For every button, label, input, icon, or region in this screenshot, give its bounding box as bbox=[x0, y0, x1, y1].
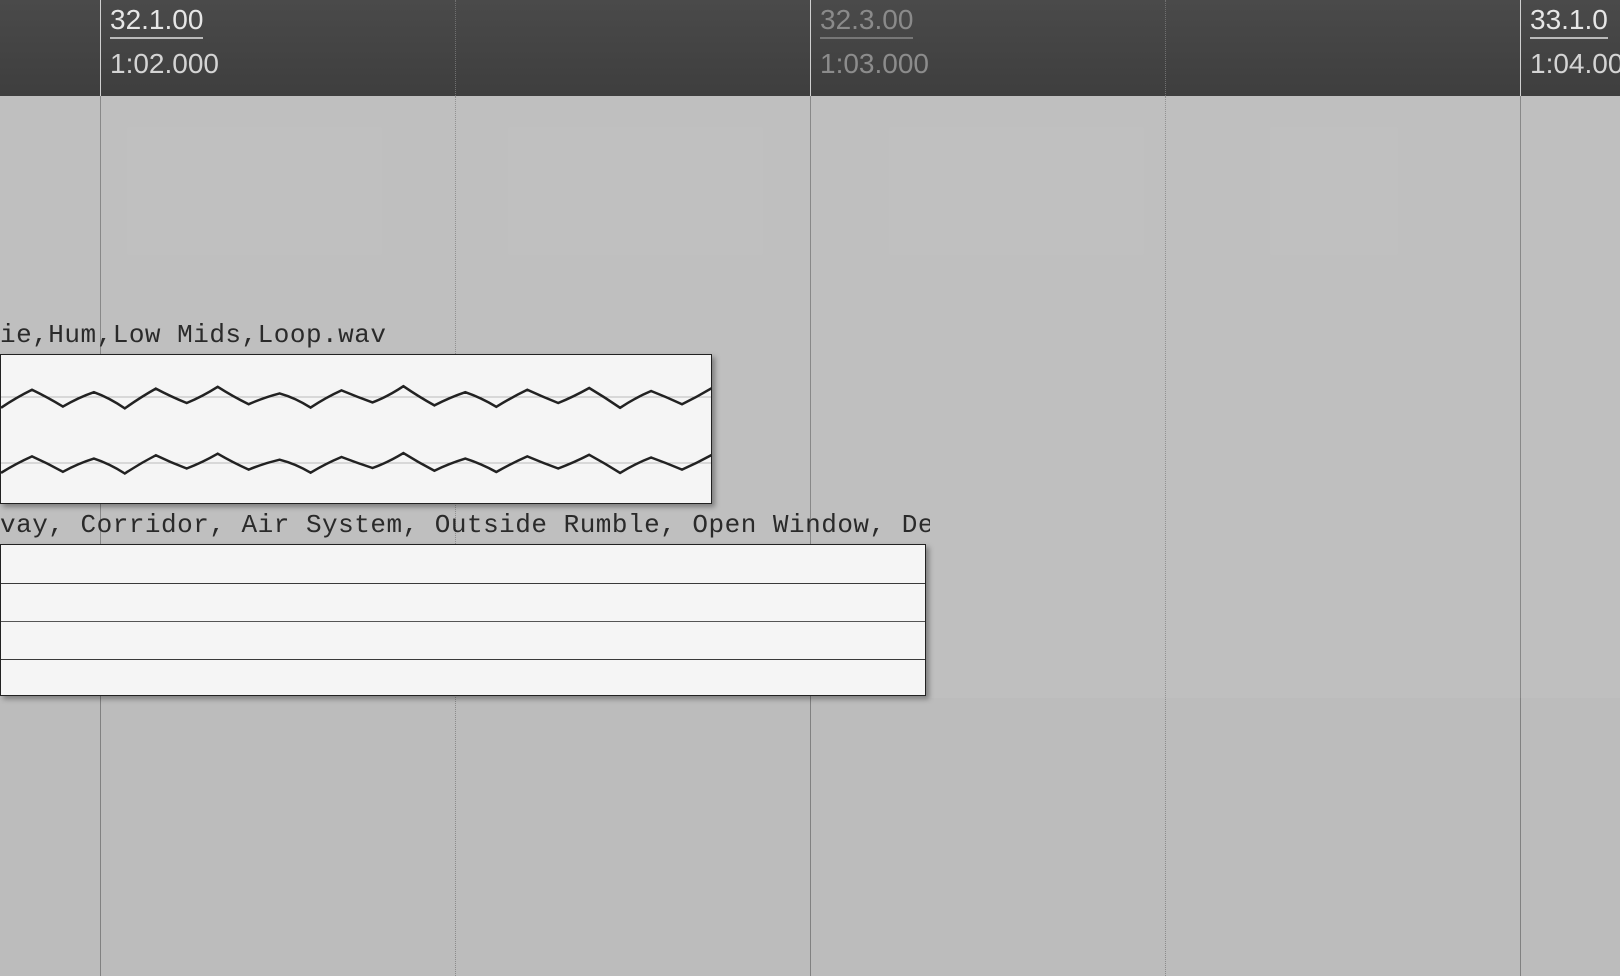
audio-clip-hum-loop[interactable] bbox=[0, 354, 712, 504]
clip-name: vay, Corridor, Air System, Outside Rumbl… bbox=[0, 510, 930, 540]
ruler-time-label: 1:02.000 bbox=[110, 48, 219, 80]
ruler-bar-label: 33.1.0 bbox=[1530, 4, 1608, 39]
ruler-bar-label: 32.1.00 bbox=[110, 4, 203, 39]
ruler-major-tick bbox=[810, 0, 811, 96]
ruler-bar-label: 32.3.00 bbox=[820, 4, 913, 39]
ruler-minor-tick bbox=[1165, 0, 1166, 96]
waveform-baseline bbox=[1, 621, 925, 622]
timeline-ruler[interactable]: 32.1.00 1:02.000 32.3.00 1:03.000 33.1.0 1:04… bbox=[0, 0, 1620, 96]
waveform-baseline bbox=[1, 659, 925, 660]
track-lane bbox=[0, 96, 1620, 318]
clip-name: ie,Hum,Low Mids,Loop.wav bbox=[0, 320, 386, 350]
ruler-time-label: 1:03.000 bbox=[820, 48, 929, 80]
audio-clip-corridor[interactable] bbox=[0, 544, 926, 696]
ruler-major-tick bbox=[100, 0, 101, 96]
ruler-minor-tick bbox=[455, 0, 456, 96]
ruler-major-tick bbox=[1520, 0, 1521, 96]
arrange-area[interactable]: ie,Hum,Low Mids,Loop.wav vay, Corridor, A… bbox=[0, 96, 1620, 976]
ruler-time-label: 1:04.00 bbox=[1530, 48, 1620, 80]
waveform bbox=[1, 355, 712, 504]
waveform-baseline bbox=[1, 583, 925, 584]
